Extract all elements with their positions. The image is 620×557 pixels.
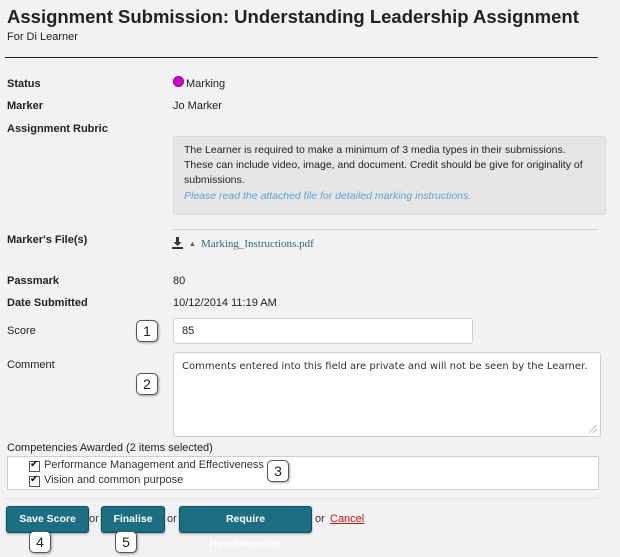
- competencies-list: Performance Management and Effectiveness…: [7, 456, 599, 490]
- resize-grip-icon[interactable]: [589, 425, 597, 433]
- rubric-box: The Learner is required to make a minimu…: [173, 136, 606, 215]
- or-separator-3: or: [315, 513, 325, 525]
- competency-label-vision: Vision and common purpose: [44, 474, 184, 486]
- status-value: Marking: [186, 78, 226, 90]
- marker-files-label: Marker's File(s): [7, 234, 88, 246]
- marker-value: Jo Marker: [173, 100, 222, 112]
- header-divider: [5, 57, 598, 58]
- download-icon[interactable]: [172, 237, 183, 249]
- finalise-button[interactable]: Finalise: [101, 506, 165, 533]
- rubric-text: The Learner is required to make a minimu…: [184, 144, 583, 186]
- comment-textarea[interactable]: Comments entered into this field are pri…: [173, 352, 601, 437]
- competency-checkbox-vision[interactable]: [29, 474, 40, 487]
- or-separator-1: or: [89, 513, 99, 525]
- passmark-value: 80: [173, 275, 186, 287]
- score-input[interactable]: 85: [173, 318, 473, 344]
- save-score-button[interactable]: Save Score: [6, 506, 89, 533]
- comment-text: Comments entered into this field are pri…: [182, 361, 588, 372]
- callout-badge-4: 4: [29, 531, 51, 553]
- score-label: Score: [7, 325, 36, 337]
- date-submitted-label: Date Submitted: [7, 297, 88, 309]
- status-label: Status: [7, 78, 41, 90]
- status-dot-icon: [173, 76, 184, 87]
- competencies-label: Competencies Awarded (2 items selected): [7, 442, 213, 454]
- date-submitted-value: 10/12/2014 11:19 AM: [173, 297, 277, 309]
- cancel-link[interactable]: Cancel: [330, 513, 364, 525]
- marker-label: Marker: [7, 100, 44, 112]
- passmark-label: Passmark: [7, 275, 59, 287]
- actions-divider: [5, 498, 598, 499]
- competency-label-performance: Performance Management and Effectiveness: [44, 459, 264, 471]
- callout-badge-3: 3: [267, 460, 289, 482]
- rubric-note: Please read the attached file for detail…: [184, 190, 472, 202]
- callout-badge-2: 2: [136, 373, 158, 395]
- marking-instructions-file-link[interactable]: Marking_Instructions.pdf: [201, 238, 314, 250]
- rubric-label: Assignment Rubric: [7, 123, 108, 135]
- or-separator-2: or: [167, 513, 177, 525]
- comment-label: Comment: [7, 359, 55, 371]
- callout-badge-5: 5: [115, 531, 137, 553]
- require-resubmission-button[interactable]: Require Resubmission: [179, 506, 312, 550]
- competency-checkbox-performance[interactable]: [29, 459, 40, 472]
- page-subtitle: For Di Learner: [7, 31, 78, 43]
- page-title: Assignment Submission: Understanding Lea…: [7, 6, 579, 27]
- files-divider: [173, 229, 598, 230]
- callout-badge-1: 1: [136, 320, 158, 342]
- expand-triangle-icon[interactable]: ▲: [189, 241, 196, 248]
